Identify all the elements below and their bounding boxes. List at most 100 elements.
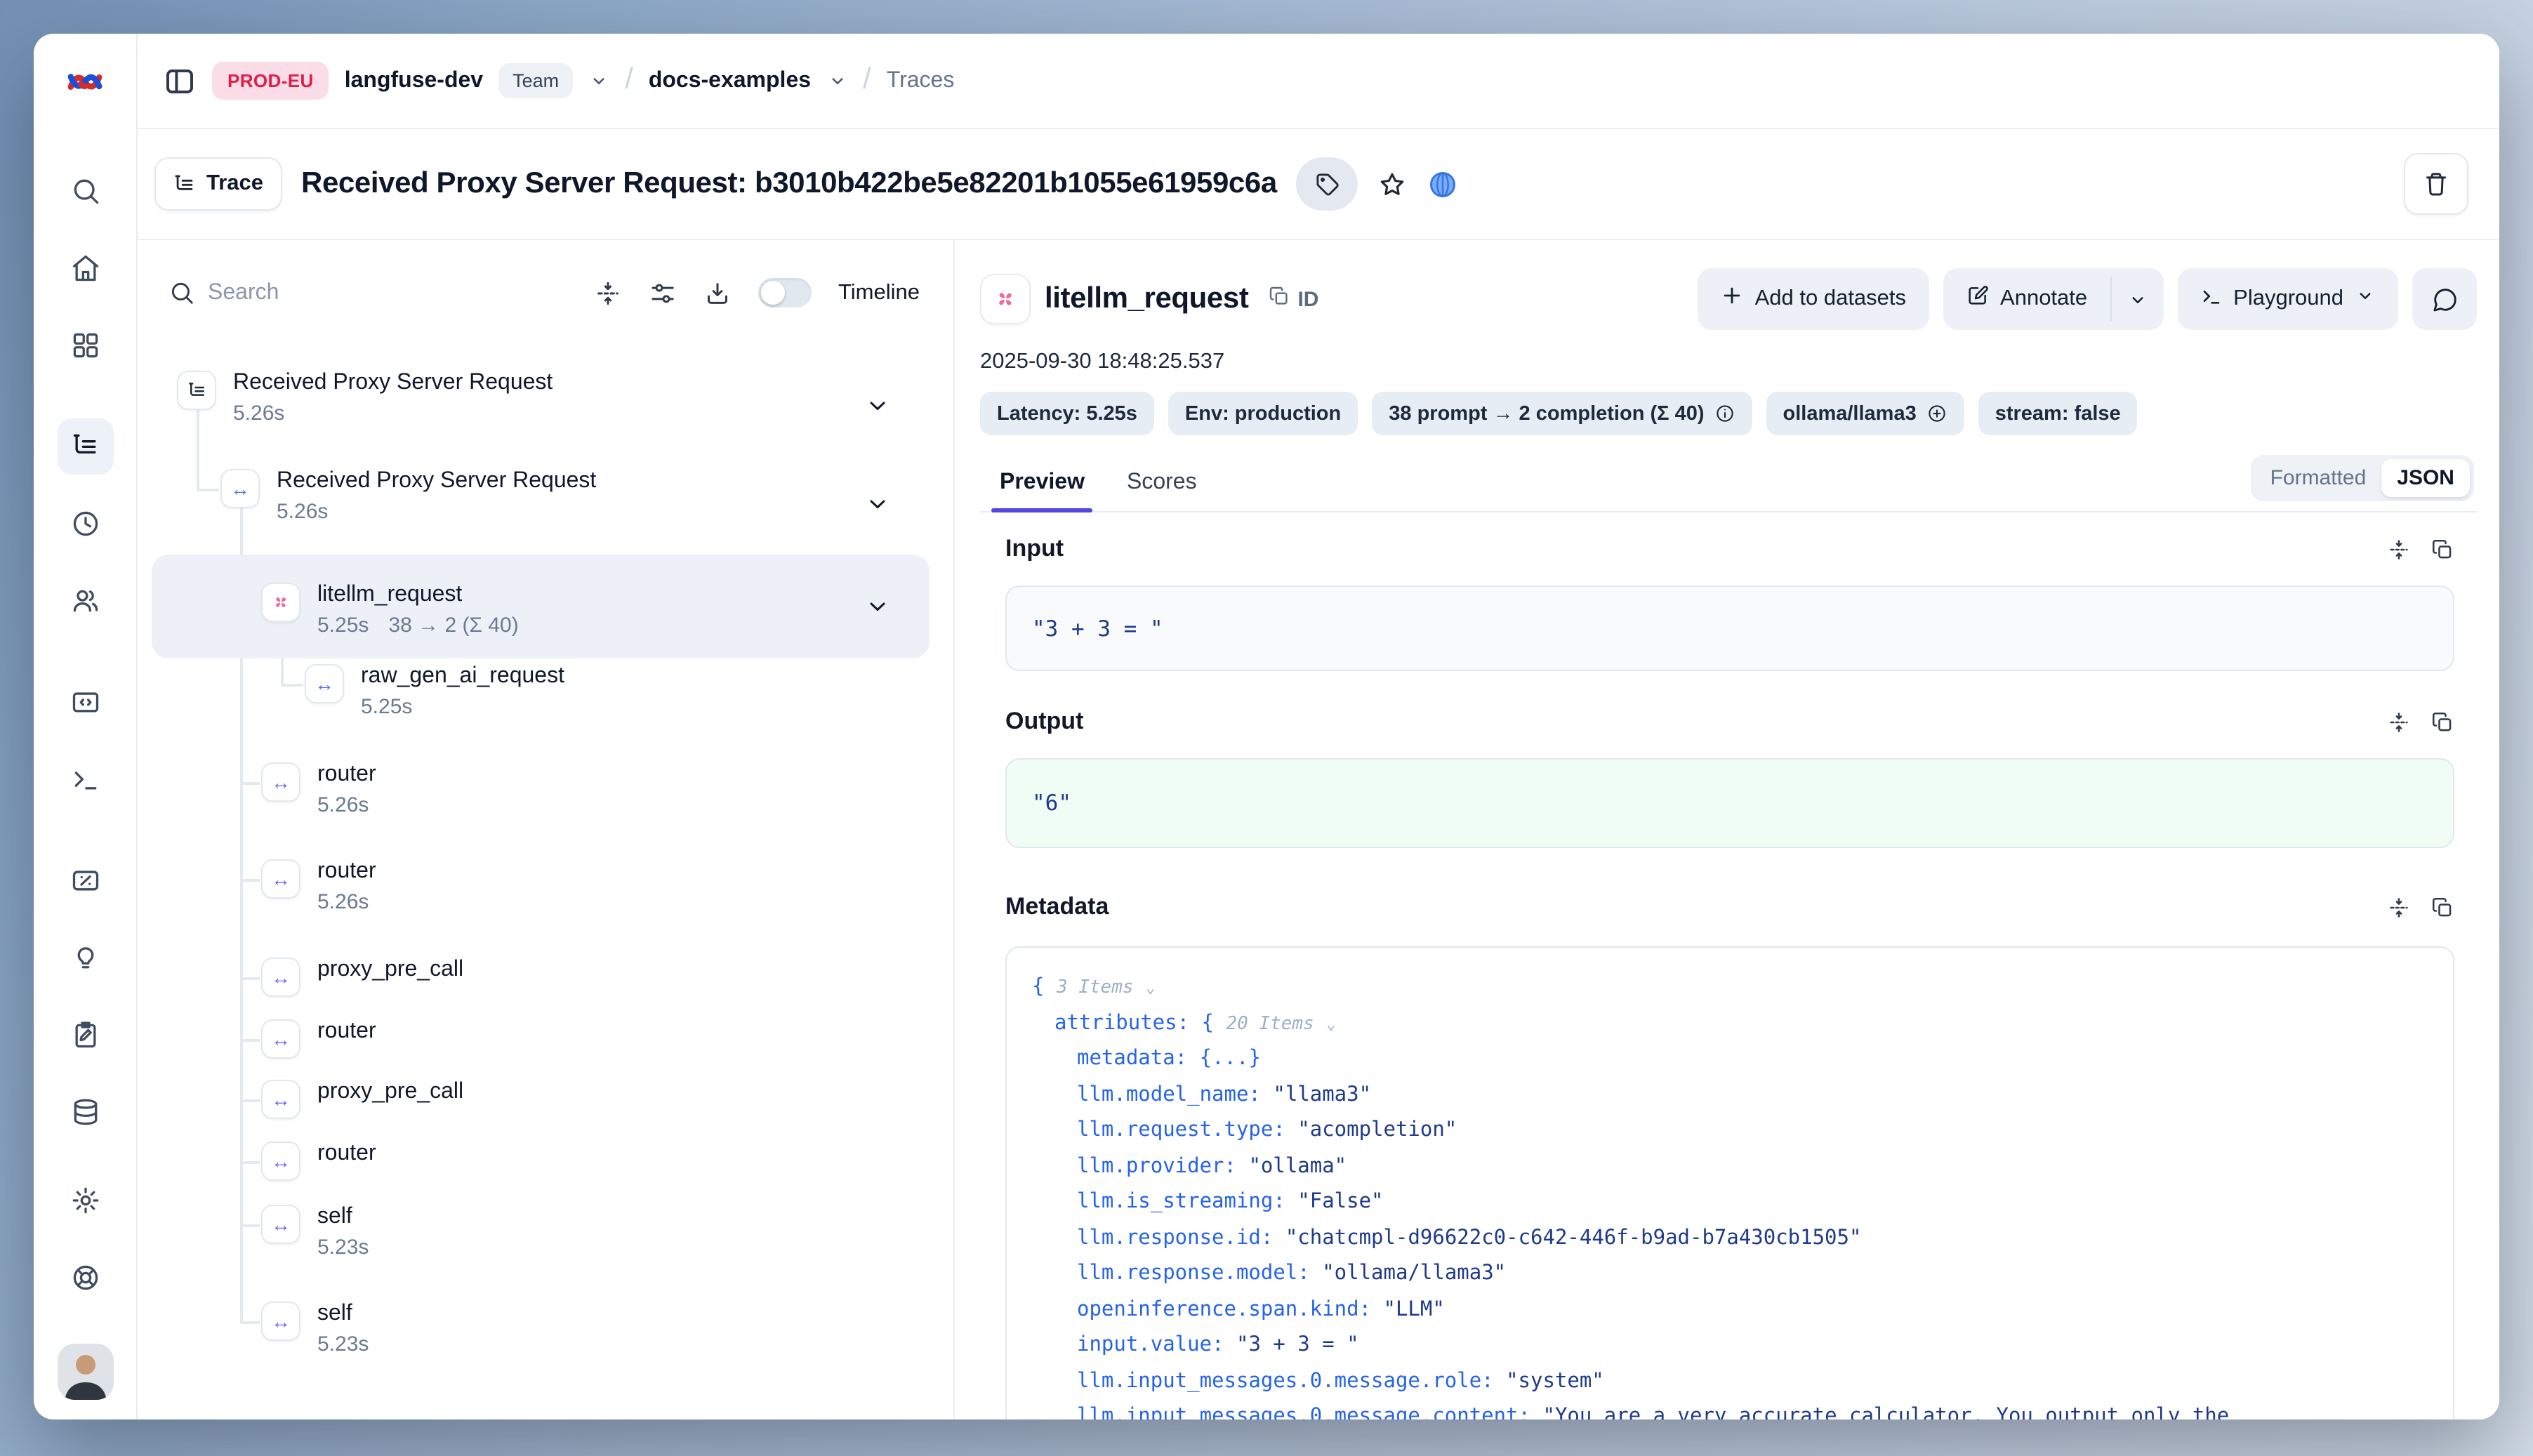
observation-title: litellm_request [1045, 282, 1248, 316]
metadata-json-viewer: { 3 Items ⌄attributes: { 20 Items ⌄metad… [1005, 946, 2454, 1419]
breadcrumb-organization[interactable]: langfuse-dev [345, 68, 483, 93]
annotate-button[interactable]: Annotate [1943, 268, 2110, 330]
sidebar-toggle-button[interactable] [163, 64, 197, 98]
json-value: "LLM" [1384, 1298, 1445, 1321]
clock-icon [70, 508, 100, 539]
observation-badge[interactable]: 38 prompt → 2 completion (Σ 40) [1372, 392, 1752, 435]
bookmark-star-button[interactable] [1378, 169, 1408, 199]
chevron-sm-icon [2127, 289, 2148, 310]
annotation-icon [70, 1019, 100, 1050]
collapse-section-icon[interactable] [2387, 710, 2411, 734]
json-line: llm.request.type: "acompletion" [1032, 1113, 2428, 1149]
tree-node-duration: 5.26s [277, 500, 328, 524]
collapse-section-icon[interactable] [2387, 895, 2411, 919]
span-type-icon: ↔ [261, 958, 300, 997]
tree-node-self[interactable]: ↔self5.23s [152, 1293, 930, 1383]
tree-node-received-proxy-server-request[interactable]: Received Proxy Server Request5.26s [152, 362, 930, 452]
plus-circle-icon[interactable] [1926, 403, 1947, 424]
tab-scores[interactable]: Scores [1124, 459, 1200, 511]
sidebar-item-traces[interactable] [57, 418, 113, 475]
format-option-formatted[interactable]: Formatted [2255, 459, 2382, 497]
json-collapse-chevron[interactable]: ⌄ [1326, 1014, 1335, 1033]
observation-badge[interactable]: ollama/llama3 [1766, 392, 1964, 435]
json-line: llm.is_streaming: "False" [1032, 1185, 2428, 1221]
sidebar-item-lightbulb[interactable] [57, 929, 113, 986]
tree-node-router[interactable]: ↔router5.26s [152, 851, 930, 941]
collapse-node-chevron[interactable] [865, 491, 890, 517]
public-globe-button[interactable] [1427, 168, 1460, 200]
tree-node-raw-gen-ai-request[interactable]: ↔raw_gen_ai_request5.25s [152, 656, 930, 746]
user-avatar[interactable] [57, 1344, 113, 1400]
langfuse-logo-icon [66, 62, 104, 100]
collapse-node-chevron[interactable] [865, 393, 890, 418]
terminal-icon [2200, 284, 2222, 307]
json-brace: { [1032, 976, 1044, 998]
sidebar-item-database[interactable] [57, 1084, 113, 1140]
sidebar-item-home[interactable] [57, 240, 113, 296]
litellm-icon [980, 274, 1031, 324]
project-chevron-down-icon[interactable] [826, 70, 847, 91]
sidebar-item-settings[interactable] [57, 1172, 113, 1229]
tree-node-router[interactable]: ↔router5.26s [152, 754, 930, 844]
tree-node-litellm-request[interactable]: litellm_request5.25s38 → 2 (Σ 40) [152, 555, 930, 658]
info-icon[interactable] [1714, 403, 1735, 424]
tree-node-proxy-pre-call[interactable]: ↔proxy_pre_call [152, 1071, 930, 1127]
copy-id-button[interactable]: ID [1268, 285, 1318, 313]
collapse-section-icon[interactable] [2387, 537, 2411, 561]
observation-badge[interactable]: Latency: 5.25s [980, 392, 1154, 435]
collapse-node-chevron[interactable] [865, 594, 890, 619]
badge-text: Env: production [1185, 402, 1341, 425]
tree-node-router[interactable]: ↔router [152, 1011, 930, 1067]
copy-icon [1268, 285, 1290, 313]
observation-badge[interactable]: stream: false [1978, 392, 2138, 435]
trash-icon [2422, 170, 2450, 198]
copy-icon[interactable] [2431, 710, 2454, 734]
sidebar-item-clock[interactable] [57, 496, 113, 552]
tree-node-label: router [317, 1019, 376, 1045]
tree-node-router[interactable]: ↔router [152, 1133, 930, 1189]
breadcrumb-section[interactable]: Traces [887, 68, 955, 93]
delete-trace-button[interactable] [2404, 153, 2468, 215]
observation-tree-panel: Timeline Received Proxy Server Request5.… [138, 240, 955, 1419]
sidebar-item-evals[interactable] [57, 852, 113, 908]
tag-button[interactable] [1297, 157, 1358, 211]
sidebar-item-dashboard[interactable] [57, 317, 113, 373]
json-key: llm.provider: [1077, 1155, 1236, 1177]
observation-badges: Latency: 5.25s Env: production 38 prompt →… [980, 392, 2477, 435]
breadcrumb-project[interactable]: docs-examples [649, 68, 811, 93]
add-to-datasets-button[interactable]: Add to datasets [1698, 268, 1929, 330]
chevron-sm-icon [588, 70, 609, 91]
sidebar-item-search[interactable] [57, 163, 113, 219]
span-type-icon: ↔ [261, 1080, 300, 1119]
tree-node-proxy-pre-call[interactable]: ↔proxy_pre_call [152, 949, 930, 1005]
copy-icon [1268, 285, 1290, 307]
playground-button[interactable]: Playground [2177, 268, 2398, 330]
observation-badge[interactable]: Env: production [1168, 392, 1358, 435]
tree-node-self[interactable]: ↔self5.23s [152, 1196, 930, 1286]
trace-type-badge[interactable]: Trace [154, 157, 282, 211]
sidebar-item-file-code[interactable] [57, 674, 113, 730]
traces-icon [70, 431, 100, 462]
sidebar-item-terminal[interactable] [57, 751, 113, 807]
copy-icon[interactable] [2431, 895, 2454, 919]
json-item-count[interactable]: 20 Items [1226, 1013, 1314, 1034]
tab-preview[interactable]: Preview [997, 459, 1087, 511]
collapse-vertical-icon [2387, 895, 2411, 919]
tree-node-label: Received Proxy Server Request [233, 371, 553, 396]
tree-node-received-proxy-server-request[interactable]: ↔Received Proxy Server Request5.26s [152, 461, 930, 550]
org-chevron-down-icon[interactable] [588, 70, 609, 91]
app-logo[interactable] [34, 34, 136, 129]
sidebar-item-support[interactable] [57, 1250, 113, 1306]
format-option-json[interactable]: JSON [2381, 459, 2470, 497]
comments-button[interactable] [2412, 268, 2477, 330]
sidebar-item-users[interactable] [57, 573, 113, 629]
search-icon [70, 176, 100, 206]
json-collapse-chevron[interactable]: ⌄ [1146, 979, 1155, 997]
traces-icon [186, 380, 207, 401]
json-item-count[interactable]: 3 Items [1057, 977, 1134, 998]
left-right-arrow-icon: ↔ [230, 479, 250, 498]
sidebar-item-annotation[interactable] [57, 1007, 113, 1063]
annotate-dropdown-button[interactable] [2111, 268, 2163, 330]
message-icon [2431, 286, 2458, 312]
copy-icon[interactable] [2431, 537, 2454, 561]
